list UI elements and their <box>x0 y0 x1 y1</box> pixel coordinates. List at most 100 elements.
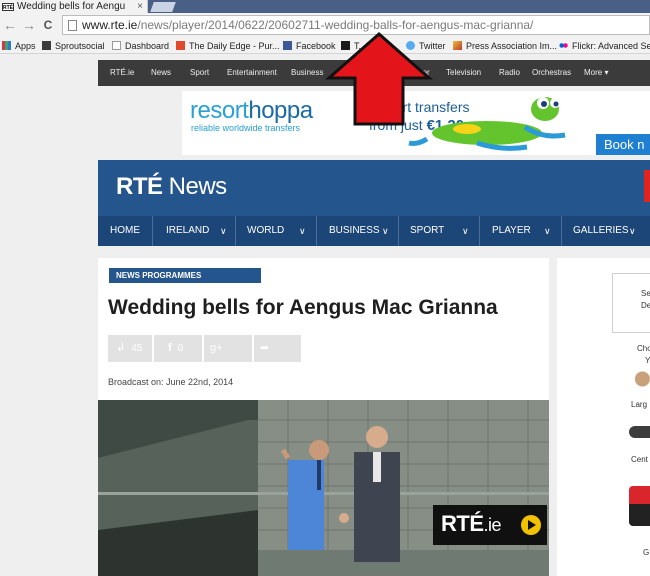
url-path: /news/player/2014/0622/20602711-wedding-… <box>137 18 534 32</box>
close-tab-icon[interactable]: × <box>137 1 143 12</box>
bookmark-apps[interactable]: Apps <box>2 39 36 52</box>
topbar-link-rte[interactable]: RTÉ.ie <box>110 60 134 86</box>
sidebar-text: De <box>641 301 650 310</box>
sidebar-text[interactable]: Cent <box>631 455 648 464</box>
google-plus-share-button[interactable]: g+ <box>204 335 252 362</box>
nav-divider <box>316 216 317 246</box>
chevron-down-icon[interactable]: ∨ <box>544 216 551 246</box>
rte-favicon-icon: RTÉ <box>2 2 14 11</box>
sidebar-text[interactable]: G <box>643 548 649 557</box>
topbar-link-business[interactable]: Business <box>291 60 323 86</box>
nav-player[interactable]: PLAYER <box>492 216 531 246</box>
twitter-icon: ↲ <box>116 342 126 354</box>
nav-divider <box>479 216 480 246</box>
rte-news-logo[interactable]: RTÉ News <box>116 173 227 201</box>
nav-sport[interactable]: SPORT <box>410 216 444 246</box>
chevron-down-icon[interactable]: ∨ <box>462 216 469 246</box>
bookmark-label: Dashboard <box>125 40 170 51</box>
sidebar-text[interactable]: Cho <box>637 344 650 353</box>
topbar-link-sport[interactable]: Sport <box>190 60 209 86</box>
nav-galleries[interactable]: GALLERIES <box>573 216 629 246</box>
topbar-link-news[interactable]: News <box>151 60 171 86</box>
video-player[interactable]: RTÉ.ie <box>98 400 549 576</box>
book-now-button[interactable]: Book n <box>596 134 650 155</box>
chevron-down-icon[interactable]: ∨ <box>220 216 227 246</box>
bookmark-label: Sproutsocial <box>55 40 105 51</box>
broadcast-date: Broadcast on: June 22nd, 2014 <box>108 377 234 387</box>
url-text[interactable]: www.rte.ie/news/player/2014/0622/2060271… <box>82 18 533 32</box>
pa-icon <box>453 41 462 50</box>
logo-rte: RTÉ <box>116 173 163 200</box>
facebook-share-button[interactable]: f0 <box>154 335 202 362</box>
sidebar-column: Se De Cho Y Larg Cent G <box>557 258 650 576</box>
page-icon <box>68 19 77 31</box>
rte-news-masthead: RTÉ News <box>98 160 650 216</box>
masthead-red-tab[interactable] <box>644 170 650 202</box>
flickr-icon <box>559 41 568 50</box>
sidebar-text[interactable]: Larg <box>631 400 647 409</box>
browser-tab[interactable]: RTÉ Wedding bells for Aengu × <box>0 0 148 13</box>
article-card: NEWS PROGRAMMES Wedding bells for Aengus… <box>98 258 549 576</box>
chevron-down-icon[interactable]: ∨ <box>382 216 389 246</box>
section-kicker[interactable]: NEWS PROGRAMMES <box>109 268 261 283</box>
web-page: RTÉ.ie News Sport Entertainment Business… <box>0 54 650 576</box>
badge-rte: RTÉ <box>441 511 484 536</box>
dailyedge-icon <box>176 41 185 50</box>
red-up-arrow-icon <box>325 32 433 126</box>
back-button[interactable]: ← <box>2 16 18 34</box>
bookmark-flickr[interactable]: Flickr: Advanced Sea <box>559 39 650 52</box>
rte-player-badge[interactable]: RTÉ.ie <box>433 505 547 545</box>
tab-title: Wedding bells for Aengu <box>17 1 126 12</box>
facebook-icon <box>283 41 292 50</box>
topbar-link-entertainment[interactable]: Entertainment <box>227 60 277 86</box>
chevron-down-icon[interactable]: ∨ <box>629 216 636 246</box>
topbar-link-radio[interactable]: Radio <box>499 60 520 86</box>
forward-button[interactable]: → <box>21 16 37 34</box>
nav-home[interactable]: HOME <box>110 216 140 246</box>
chevron-down-icon[interactable]: ∨ <box>299 216 306 246</box>
bookmark-label: Apps <box>15 40 36 51</box>
nav-world[interactable]: WORLD <box>247 216 284 246</box>
bookmark-press-association[interactable]: Press Association Im... <box>453 39 557 52</box>
url-host: www.rte.ie <box>82 18 138 32</box>
forward-share-button[interactable]: ➦ <box>254 335 301 362</box>
nav-business[interactable]: BUSINESS <box>329 216 380 246</box>
article-headline: Wedding bells for Aengus Mac Grianna <box>108 296 498 319</box>
wedding-video-frame <box>98 400 549 576</box>
bookmark-label: Press Association Im... <box>466 40 558 51</box>
nav-divider <box>235 216 236 246</box>
topbar-more-label: More <box>584 68 603 77</box>
topbar-link-more[interactable]: More ▾ <box>584 60 608 86</box>
bookmark-label: Flickr: Advanced Sea <box>572 40 650 51</box>
sproutsocial-icon <box>42 41 51 50</box>
main-nav: HOME IRELAND ∨ WORLD ∨ BUSINESS ∨ SPORT … <box>98 216 650 246</box>
play-icon[interactable] <box>521 515 541 535</box>
topbar-link-orchestras[interactable]: Orchestras <box>532 60 571 86</box>
google-plus-icon: g+ <box>210 342 223 354</box>
sidebar-product-image[interactable] <box>629 486 650 526</box>
bookmark-sproutsocial[interactable]: Sproutsocial <box>42 39 105 52</box>
sidebar-text: Se <box>641 289 650 298</box>
twitter-share-button[interactable]: ↲ 45 <box>108 335 152 362</box>
facebook-share-count: 0 <box>177 343 184 354</box>
chevron-down-icon: ▾ <box>604 68 609 77</box>
sidebar-product-image[interactable] <box>629 426 650 438</box>
bookmark-daily-edge[interactable]: The Daily Edge - Pur... <box>176 39 280 52</box>
nav-ireland[interactable]: IRELAND <box>166 216 209 246</box>
nav-divider <box>152 216 153 246</box>
sidebar-product-image[interactable] <box>631 370 650 388</box>
badge-ie: .ie <box>483 515 502 535</box>
reload-button[interactable]: C <box>40 16 56 34</box>
logo-part-a: resort <box>190 97 249 124</box>
bookmark-label: The Daily Edge - Pur... <box>189 40 280 51</box>
nav-divider <box>398 216 399 246</box>
sidebar-text: Y <box>645 356 650 365</box>
logo-news: News <box>162 173 228 200</box>
bookmark-dashboard[interactable]: Dashboard <box>112 39 169 52</box>
new-tab-button[interactable] <box>150 2 176 12</box>
topbar-link-television[interactable]: Television <box>446 60 481 86</box>
twitter-share-count: 45 <box>131 343 143 354</box>
tab-strip: RTÉ Wedding bells for Aengu × <box>0 0 650 13</box>
apps-grid-icon <box>2 41 11 50</box>
nav-divider <box>561 216 562 246</box>
